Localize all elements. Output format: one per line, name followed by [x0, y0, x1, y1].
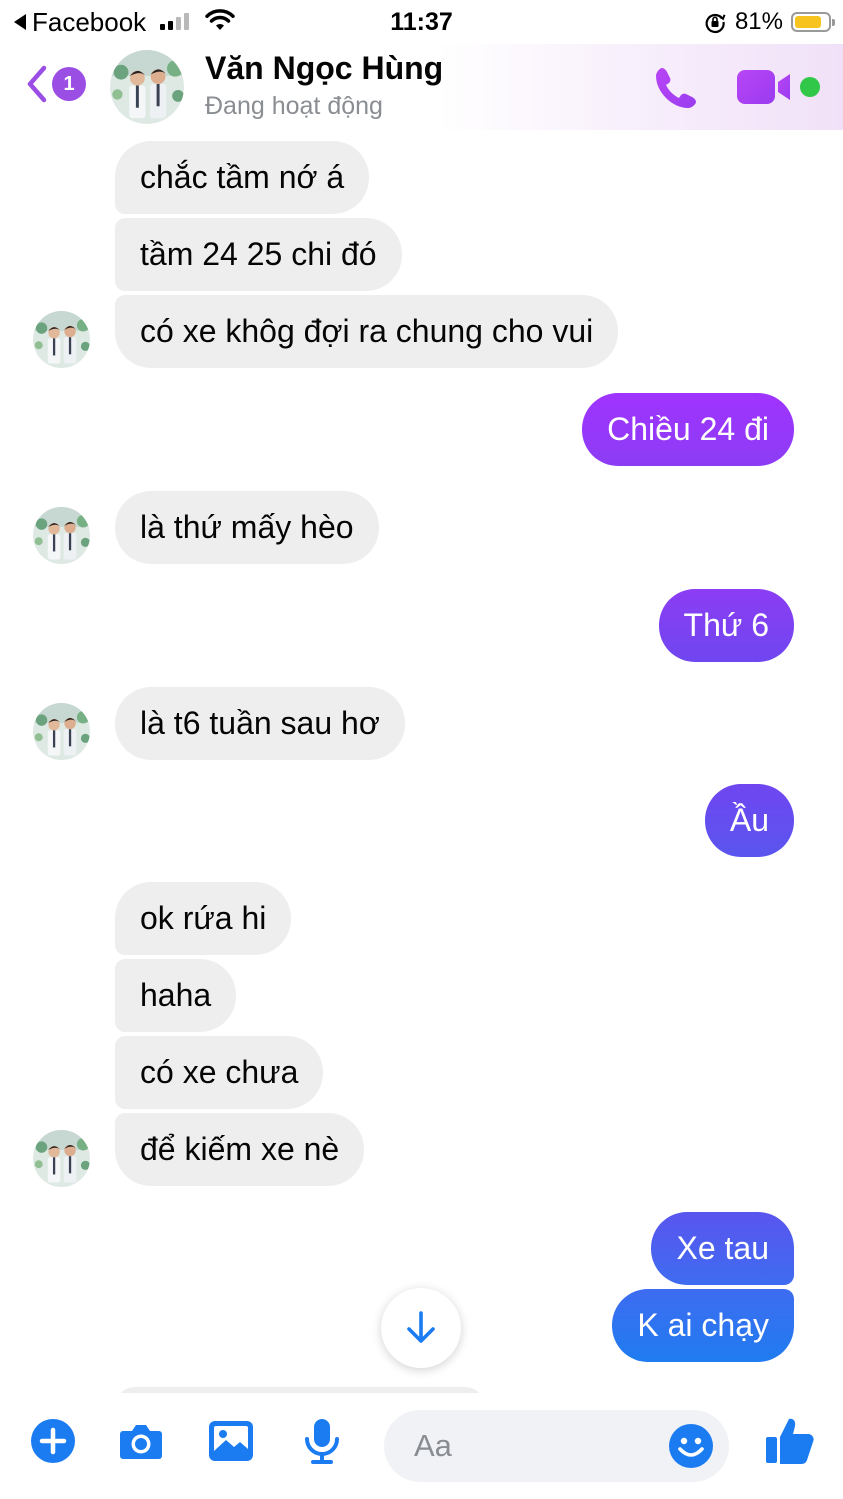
contact-avatar[interactable] — [110, 50, 184, 124]
arrow-down-icon — [407, 1311, 435, 1343]
phone-icon[interactable] — [652, 64, 700, 112]
conversation-header: 1 Văn Ngọc Hùng Đang hoạt động — [0, 44, 843, 130]
composer-bar: Aa — [0, 1393, 843, 1499]
message-outgoing[interactable]: K ai chạy — [612, 1289, 794, 1362]
message-input-placeholder: Aa — [414, 1428, 452, 1463]
sender-avatar[interactable] — [33, 311, 90, 368]
thumbs-up-icon[interactable] — [764, 1415, 816, 1467]
message-incoming[interactable]: ok rứa hi — [115, 882, 292, 955]
sender-avatar[interactable] — [33, 507, 90, 564]
image-icon[interactable] — [207, 1417, 255, 1465]
status-bar: Facebook 11:37 81% — [0, 0, 843, 44]
message-input[interactable]: Aa — [384, 1410, 729, 1482]
message-outgoing[interactable]: Ầu — [704, 784, 794, 857]
sender-avatar[interactable] — [33, 703, 90, 760]
battery-percent: 81% — [734, 8, 783, 35]
contact-name[interactable]: Văn Ngọc Hùng — [205, 50, 443, 87]
camera-icon[interactable] — [117, 1417, 165, 1465]
message-outgoing[interactable]: Xe tau — [651, 1212, 794, 1285]
unread-badge: 1 — [52, 67, 86, 101]
message-incoming[interactable]: là thứ mấy hèo — [115, 491, 379, 564]
message-incoming[interactable]: có xe khôg đợi ra chung cho vui — [115, 295, 619, 368]
message-incoming[interactable]: haha — [115, 959, 237, 1032]
message-incoming[interactable]: là t6 tuần sau hơ — [115, 687, 405, 760]
message-incoming[interactable]: chắc tầm nớ á — [115, 141, 370, 214]
online-indicator — [800, 77, 820, 97]
battery-icon — [791, 12, 835, 32]
orientation-lock-icon — [705, 13, 726, 34]
microphone-icon[interactable] — [298, 1417, 346, 1465]
back-button[interactable]: 1 — [24, 62, 86, 106]
message-outgoing[interactable]: Chiều 24 đi — [582, 393, 794, 466]
message-outgoing[interactable]: Thứ 6 — [658, 589, 794, 662]
message-incoming[interactable]: tầm 24 25 chi đó — [115, 218, 402, 291]
video-camera-icon[interactable] — [736, 68, 792, 106]
contact-status: Đang hoạt động — [205, 92, 383, 120]
scroll-to-bottom-button[interactable] — [381, 1288, 461, 1368]
emoji-icon[interactable] — [667, 1422, 715, 1470]
plus-icon[interactable] — [29, 1417, 77, 1465]
chevron-left-icon — [27, 65, 47, 103]
message-incoming[interactable]: để kiếm xe nè — [115, 1113, 365, 1186]
sender-avatar[interactable] — [33, 1130, 90, 1187]
message-incoming[interactable]: có xe chưa — [115, 1036, 324, 1109]
